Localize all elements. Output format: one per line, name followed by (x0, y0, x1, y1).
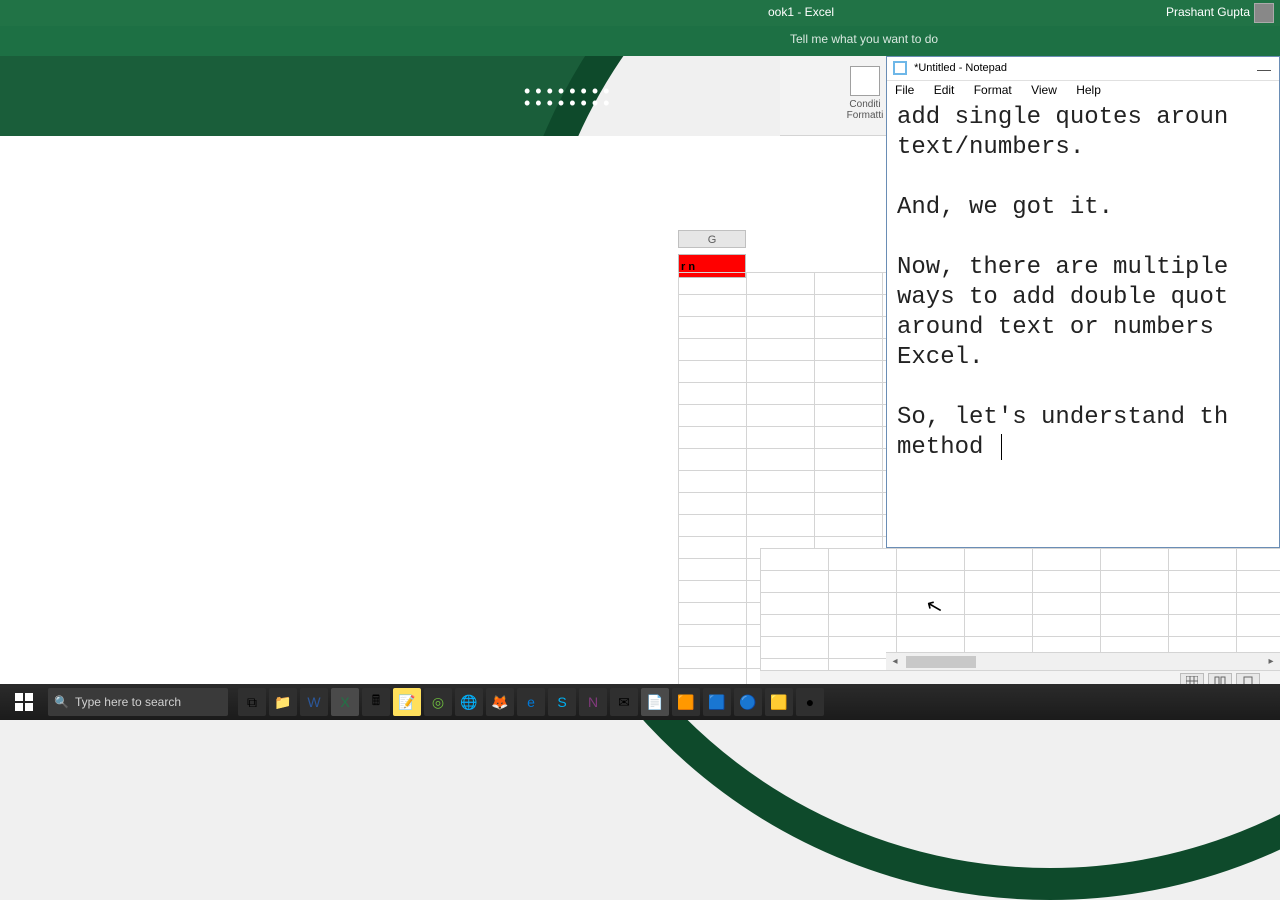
menu-edit[interactable]: Edit (934, 83, 955, 97)
menu-file[interactable]: File (895, 83, 914, 97)
thumbnail-title: HOW TO ADD QUOTES AROUND TEXT IN EXCEL (140, 180, 700, 522)
decor-dots-bottom: • • • • • • • • • • • • • • • • (0, 494, 77, 518)
excel-title-bar: ook1 - Excel Prashant Gupta (0, 0, 1280, 26)
notepad-text-area[interactable]: add single quotes aroun text/numbers. An… (887, 101, 1279, 465)
menu-format[interactable]: Format (974, 83, 1012, 97)
minimize-icon[interactable]: — (1257, 61, 1271, 77)
notepad-title-text: *Untitled - Notepad (914, 62, 1007, 74)
scroll-left-icon[interactable]: ◂ (886, 653, 904, 671)
excel-ribbon-tabs: Tell me what you want to do (0, 26, 1280, 56)
decor-ring-large (638, 516, 668, 546)
word-icon[interactable]: W (300, 688, 328, 716)
scroll-right-icon[interactable]: ▸ (1262, 653, 1280, 671)
decor-dots-top: • • • • • • • • • • • • • • • • (524, 85, 609, 109)
skype-icon[interactable]: S (548, 688, 576, 716)
text-caret (1001, 434, 1002, 460)
excel-icon[interactable]: X (331, 688, 359, 716)
excel-user-name: Prashant Gupta (1166, 5, 1250, 19)
notepad-taskbar-icon[interactable]: 📄 (641, 688, 669, 716)
mail-icon[interactable]: ✉ (610, 688, 638, 716)
task-view-icon[interactable]: ⧉ (238, 688, 266, 716)
notepad-menu-bar: File Edit Format View Help (887, 81, 1279, 101)
calculator-icon[interactable]: 🖩 (362, 688, 390, 716)
search-placeholder: Type here to search (75, 695, 181, 709)
user-avatar-icon[interactable] (1254, 3, 1274, 23)
taskbar-search[interactable]: 🔍 Type here to search (48, 688, 228, 716)
tell-me-search[interactable]: Tell me what you want to do (790, 32, 938, 46)
notepad-app-icon (893, 61, 907, 75)
app-icon-4[interactable]: 🟨 (765, 688, 793, 716)
scroll-thumb[interactable] (906, 656, 976, 668)
app-icon-2[interactable]: 🟦 (703, 688, 731, 716)
file-explorer-icon[interactable]: 📁 (269, 688, 297, 716)
menu-view[interactable]: View (1031, 83, 1057, 97)
sticky-notes-icon[interactable]: 📝 (393, 688, 421, 716)
menu-help[interactable]: Help (1076, 83, 1101, 97)
chrome-icon[interactable]: 🌐 (455, 688, 483, 716)
conditional-formatting-icon[interactable] (850, 66, 880, 96)
onenote-icon[interactable]: N (579, 688, 607, 716)
notepad-window[interactable]: *Untitled - Notepad — File Edit Format V… (886, 56, 1280, 548)
firefox-icon[interactable]: 🦊 (486, 688, 514, 716)
notepad-title-bar[interactable]: *Untitled - Notepad — (887, 57, 1279, 81)
app-icon-1[interactable]: 🟧 (672, 688, 700, 716)
search-icon: 🔍 (54, 695, 69, 709)
camtasia-icon[interactable]: ◎ (424, 688, 452, 716)
app-icon-3[interactable]: 🔵 (734, 688, 762, 716)
decor-ring-small (570, 634, 588, 652)
windows-taskbar: 🔍 Type here to search ⧉ 📁 W X 🖩 📝 ◎ 🌐 🦊 … (0, 684, 1280, 720)
start-button[interactable] (4, 687, 44, 717)
app-icon-5[interactable]: ● (796, 688, 824, 716)
taskbar-apps: ⧉ 📁 W X 🖩 📝 ◎ 🌐 🦊 e S N ✉ 📄 🟧 🟦 🔵 🟨 ● (238, 688, 824, 716)
horizontal-scrollbar[interactable]: ◂ ▸ (886, 652, 1280, 670)
edge-icon[interactable]: e (517, 688, 545, 716)
excel-document-title: ook1 - Excel (768, 5, 834, 19)
